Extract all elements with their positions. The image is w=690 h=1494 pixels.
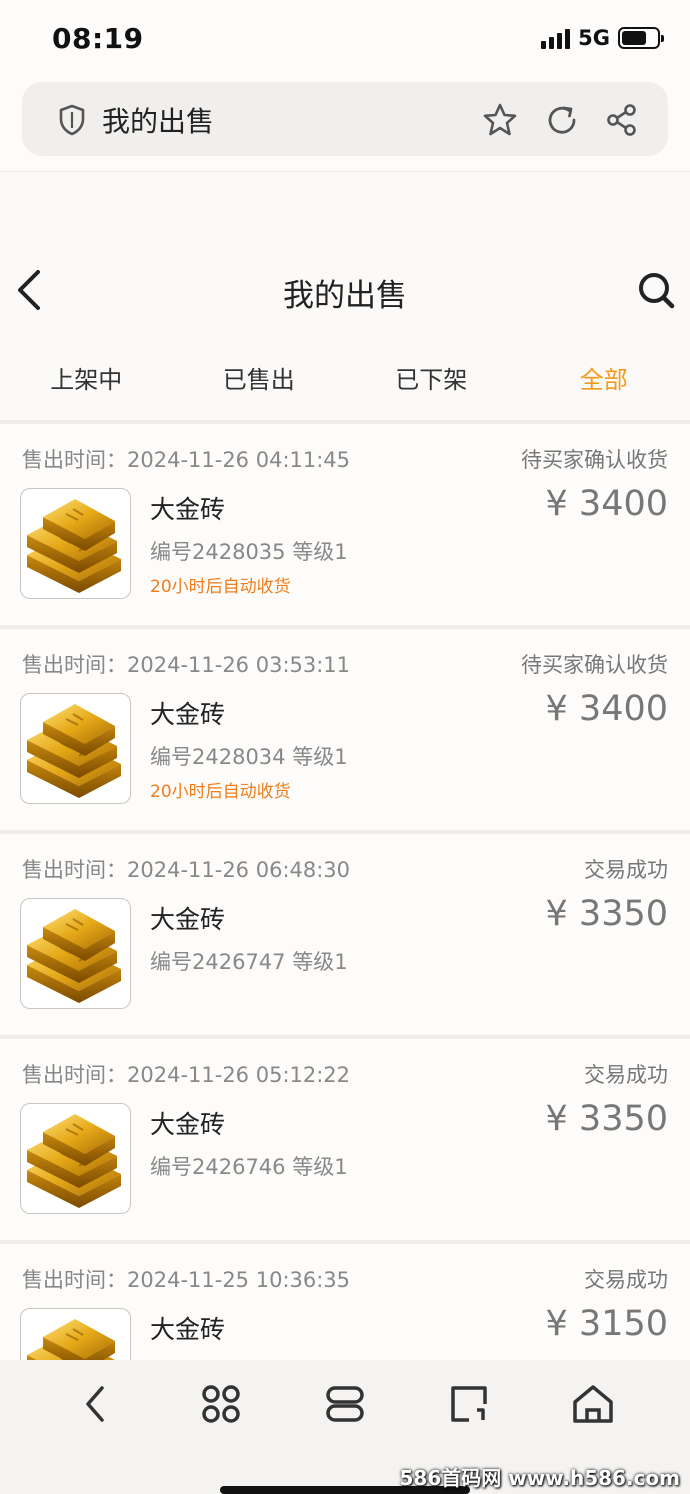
item-name: 大金砖 <box>150 1110 226 1139</box>
status-indicators: 5G <box>541 26 664 50</box>
sale-time-label: 售出时间： <box>22 653 127 677</box>
order-card-1[interactable]: 售出时间：2024-11-26 04:11:45 待买家确认收货 大金砖 编号2… <box>0 424 690 629</box>
item-thumbnail[interactable] <box>20 693 131 804</box>
item-price: ¥ 3400 <box>545 689 668 729</box>
item-meta: 编号2426746 等级1 <box>150 1155 348 1179</box>
watermark: 586首码网 www.h586.com <box>399 1466 680 1490</box>
order-card-4[interactable]: 售出时间：2024-11-26 05:12:22 交易成功 大金砖 编号2426… <box>0 1039 690 1244</box>
item-price: ¥ 3400 <box>545 484 668 524</box>
item-meta: 编号2426747 等级1 <box>150 950 348 974</box>
status-tabs: 上架中 已售出 已下架 全部 <box>0 350 690 416</box>
sale-time-value: 2024-11-26 03:53:11 <box>127 653 351 677</box>
gold-bar-icon <box>27 1114 121 1208</box>
sale-time: 售出时间：2024-11-25 10:36:35 <box>22 1264 350 1294</box>
gold-bar-icon <box>27 704 121 798</box>
gold-bar-icon <box>27 909 121 1003</box>
browser-toolbar: 我的出售 <box>0 78 690 172</box>
order-card-2[interactable]: 售出时间：2024-11-26 03:53:11 待买家确认收货 大金砖 编号2… <box>0 629 690 834</box>
tab-delisted[interactable]: 已下架 <box>345 350 518 416</box>
shield-icon <box>59 104 85 136</box>
item-name: 大金砖 <box>150 905 226 934</box>
item-thumbnail[interactable] <box>20 1103 131 1214</box>
sale-time: 售出时间：2024-11-26 06:48:30 <box>22 854 350 884</box>
gold-bar-icon <box>27 499 121 593</box>
signal-icon <box>541 27 571 49</box>
address-bar[interactable]: 我的出售 <box>22 82 668 156</box>
sale-time-label: 售出时间： <box>22 1063 127 1087</box>
sale-time: 售出时间：2024-11-26 03:53:11 <box>22 649 350 679</box>
order-status: 待买家确认收货 <box>521 448 668 472</box>
status-bar: 08:19 5G <box>0 0 690 78</box>
home-icon[interactable] <box>569 1380 617 1428</box>
order-card-5[interactable]: 售出时间：2024-11-25 10:36:35 交易成功 大金砖 ¥ 3150 <box>0 1244 690 1360</box>
order-status: 待买家确认收货 <box>521 653 668 677</box>
tab-listed[interactable]: 上架中 <box>0 350 173 416</box>
page-title-in-address-bar: 我的出售 <box>102 105 215 138</box>
order-list: 售出时间：2024-11-26 04:11:45 待买家确认收货 大金砖 编号2… <box>0 424 690 1360</box>
item-name: 大金砖 <box>150 495 226 524</box>
sale-time-label: 售出时间： <box>22 858 127 882</box>
sale-time-value: 2024-11-26 06:48:30 <box>127 858 351 882</box>
status-time: 08:19 <box>52 22 144 55</box>
nav-bar: 我的出售 <box>0 252 690 332</box>
sale-time-value: 2024-11-26 04:11:45 <box>127 448 351 472</box>
page-title: 我的出售 <box>283 278 407 314</box>
auto-receive-note: 20小时后自动收货 <box>150 577 291 597</box>
item-price: ¥ 3150 <box>545 1304 668 1344</box>
sale-time-label: 售出时间： <box>22 1268 127 1292</box>
window-icon[interactable] <box>445 1380 493 1428</box>
search-button[interactable] <box>636 270 676 310</box>
gold-bar-icon <box>27 1319 115 1360</box>
item-price: ¥ 3350 <box>545 1099 668 1139</box>
share-icon[interactable] <box>604 102 640 138</box>
apps-icon[interactable] <box>197 1380 245 1428</box>
auto-receive-note: 20小时后自动收货 <box>150 782 291 802</box>
sale-time-value: 2024-11-25 10:36:35 <box>127 1268 351 1292</box>
page-content: 我的出售 上架中 已售出 已下架 全部 售出时间：2024-11-26 04:1… <box>0 172 690 1360</box>
battery-fill <box>622 31 646 45</box>
tab-all[interactable]: 全部 <box>518 350 690 416</box>
order-status: 交易成功 <box>584 1063 668 1087</box>
item-name: 大金砖 <box>150 1315 226 1344</box>
item-price: ¥ 3350 <box>545 894 668 934</box>
browser-back-icon[interactable] <box>72 1380 120 1428</box>
reload-icon[interactable] <box>544 102 580 138</box>
item-meta: 编号2428035 等级1 <box>150 540 348 564</box>
battery-icon <box>618 27 664 49</box>
order-status: 交易成功 <box>584 1268 668 1292</box>
item-name: 大金砖 <box>150 700 226 729</box>
sale-time-value: 2024-11-26 05:12:22 <box>127 1063 351 1087</box>
item-thumbnail[interactable] <box>20 1308 131 1360</box>
item-thumbnail[interactable] <box>20 898 131 1009</box>
tabs-icon[interactable] <box>321 1380 369 1428</box>
network-type: 5G <box>578 26 610 50</box>
sale-time: 售出时间：2024-11-26 05:12:22 <box>22 1059 350 1089</box>
item-meta: 编号2428034 等级1 <box>150 745 348 769</box>
order-card-3[interactable]: 售出时间：2024-11-26 06:48:30 交易成功 大金砖 编号2426… <box>0 834 690 1039</box>
sale-time: 售出时间：2024-11-26 04:11:45 <box>22 444 350 474</box>
star-icon[interactable] <box>482 102 518 138</box>
item-thumbnail[interactable] <box>20 488 131 599</box>
sale-time-label: 售出时间： <box>22 448 127 472</box>
order-status: 交易成功 <box>584 858 668 882</box>
tab-sold[interactable]: 已售出 <box>173 350 346 416</box>
